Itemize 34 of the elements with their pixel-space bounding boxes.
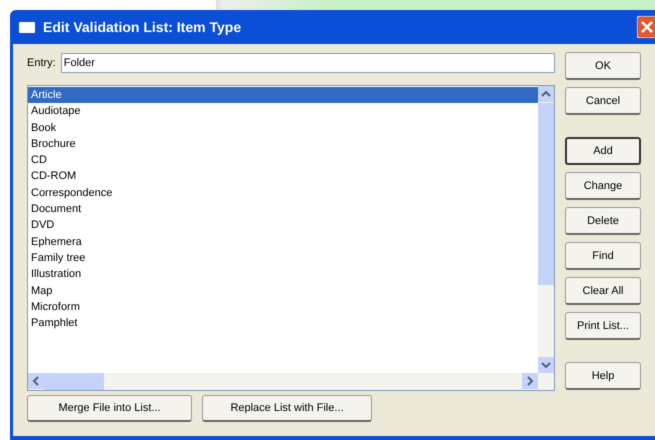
list-item[interactable]: Brochure bbox=[28, 136, 538, 152]
horizontal-scrollbar[interactable] bbox=[28, 373, 554, 390]
list-item[interactable]: Correspondence bbox=[28, 184, 538, 202]
list-item[interactable]: Document bbox=[28, 201, 538, 218]
list-item[interactable]: Ephemera bbox=[28, 234, 538, 250]
window-icon bbox=[19, 22, 35, 32]
dialog-button[interactable]: Clear All bbox=[565, 277, 641, 305]
scroll-thumb[interactable] bbox=[44, 373, 104, 390]
dialog-button[interactable]: Help bbox=[565, 362, 641, 390]
dialog-button[interactable]: Find bbox=[565, 242, 641, 270]
list-item[interactable]: CD-ROM bbox=[28, 168, 538, 185]
file-button[interactable]: Merge File into List... bbox=[27, 395, 192, 422]
entry-label: Entry: bbox=[27, 57, 56, 69]
list-item[interactable]: DVD bbox=[28, 217, 538, 234]
dialog-button[interactable]: Change bbox=[565, 172, 641, 200]
list-item[interactable]: Book bbox=[28, 120, 538, 136]
dialog-button[interactable]: Add bbox=[565, 137, 641, 165]
dialog-button[interactable]: OK bbox=[565, 52, 641, 80]
list-item[interactable]: CD bbox=[28, 152, 538, 168]
list-item[interactable]: Pamphlet bbox=[28, 315, 538, 332]
file-button[interactable]: Replace List with File... bbox=[202, 395, 372, 422]
list-item[interactable]: Family tree bbox=[28, 250, 538, 266]
list-item[interactable]: Audiotape bbox=[28, 103, 538, 120]
dialog-button[interactable]: Delete bbox=[565, 207, 641, 235]
list-item[interactable]: Map bbox=[28, 282, 538, 299]
entry-field[interactable]: Folder bbox=[60, 53, 555, 73]
list-item[interactable]: Microform bbox=[28, 298, 538, 316]
list-item[interactable]: Article bbox=[28, 87, 538, 104]
close-icon[interactable] bbox=[637, 16, 655, 38]
window-title: Edit Validation List: Item Type bbox=[43, 19, 242, 35]
dialog-button[interactable]: Cancel bbox=[565, 87, 641, 115]
dialog-button[interactable]: Print List... bbox=[565, 312, 641, 340]
scroll-thumb[interactable] bbox=[538, 103, 554, 286]
list-item[interactable]: Illustration bbox=[28, 266, 538, 283]
